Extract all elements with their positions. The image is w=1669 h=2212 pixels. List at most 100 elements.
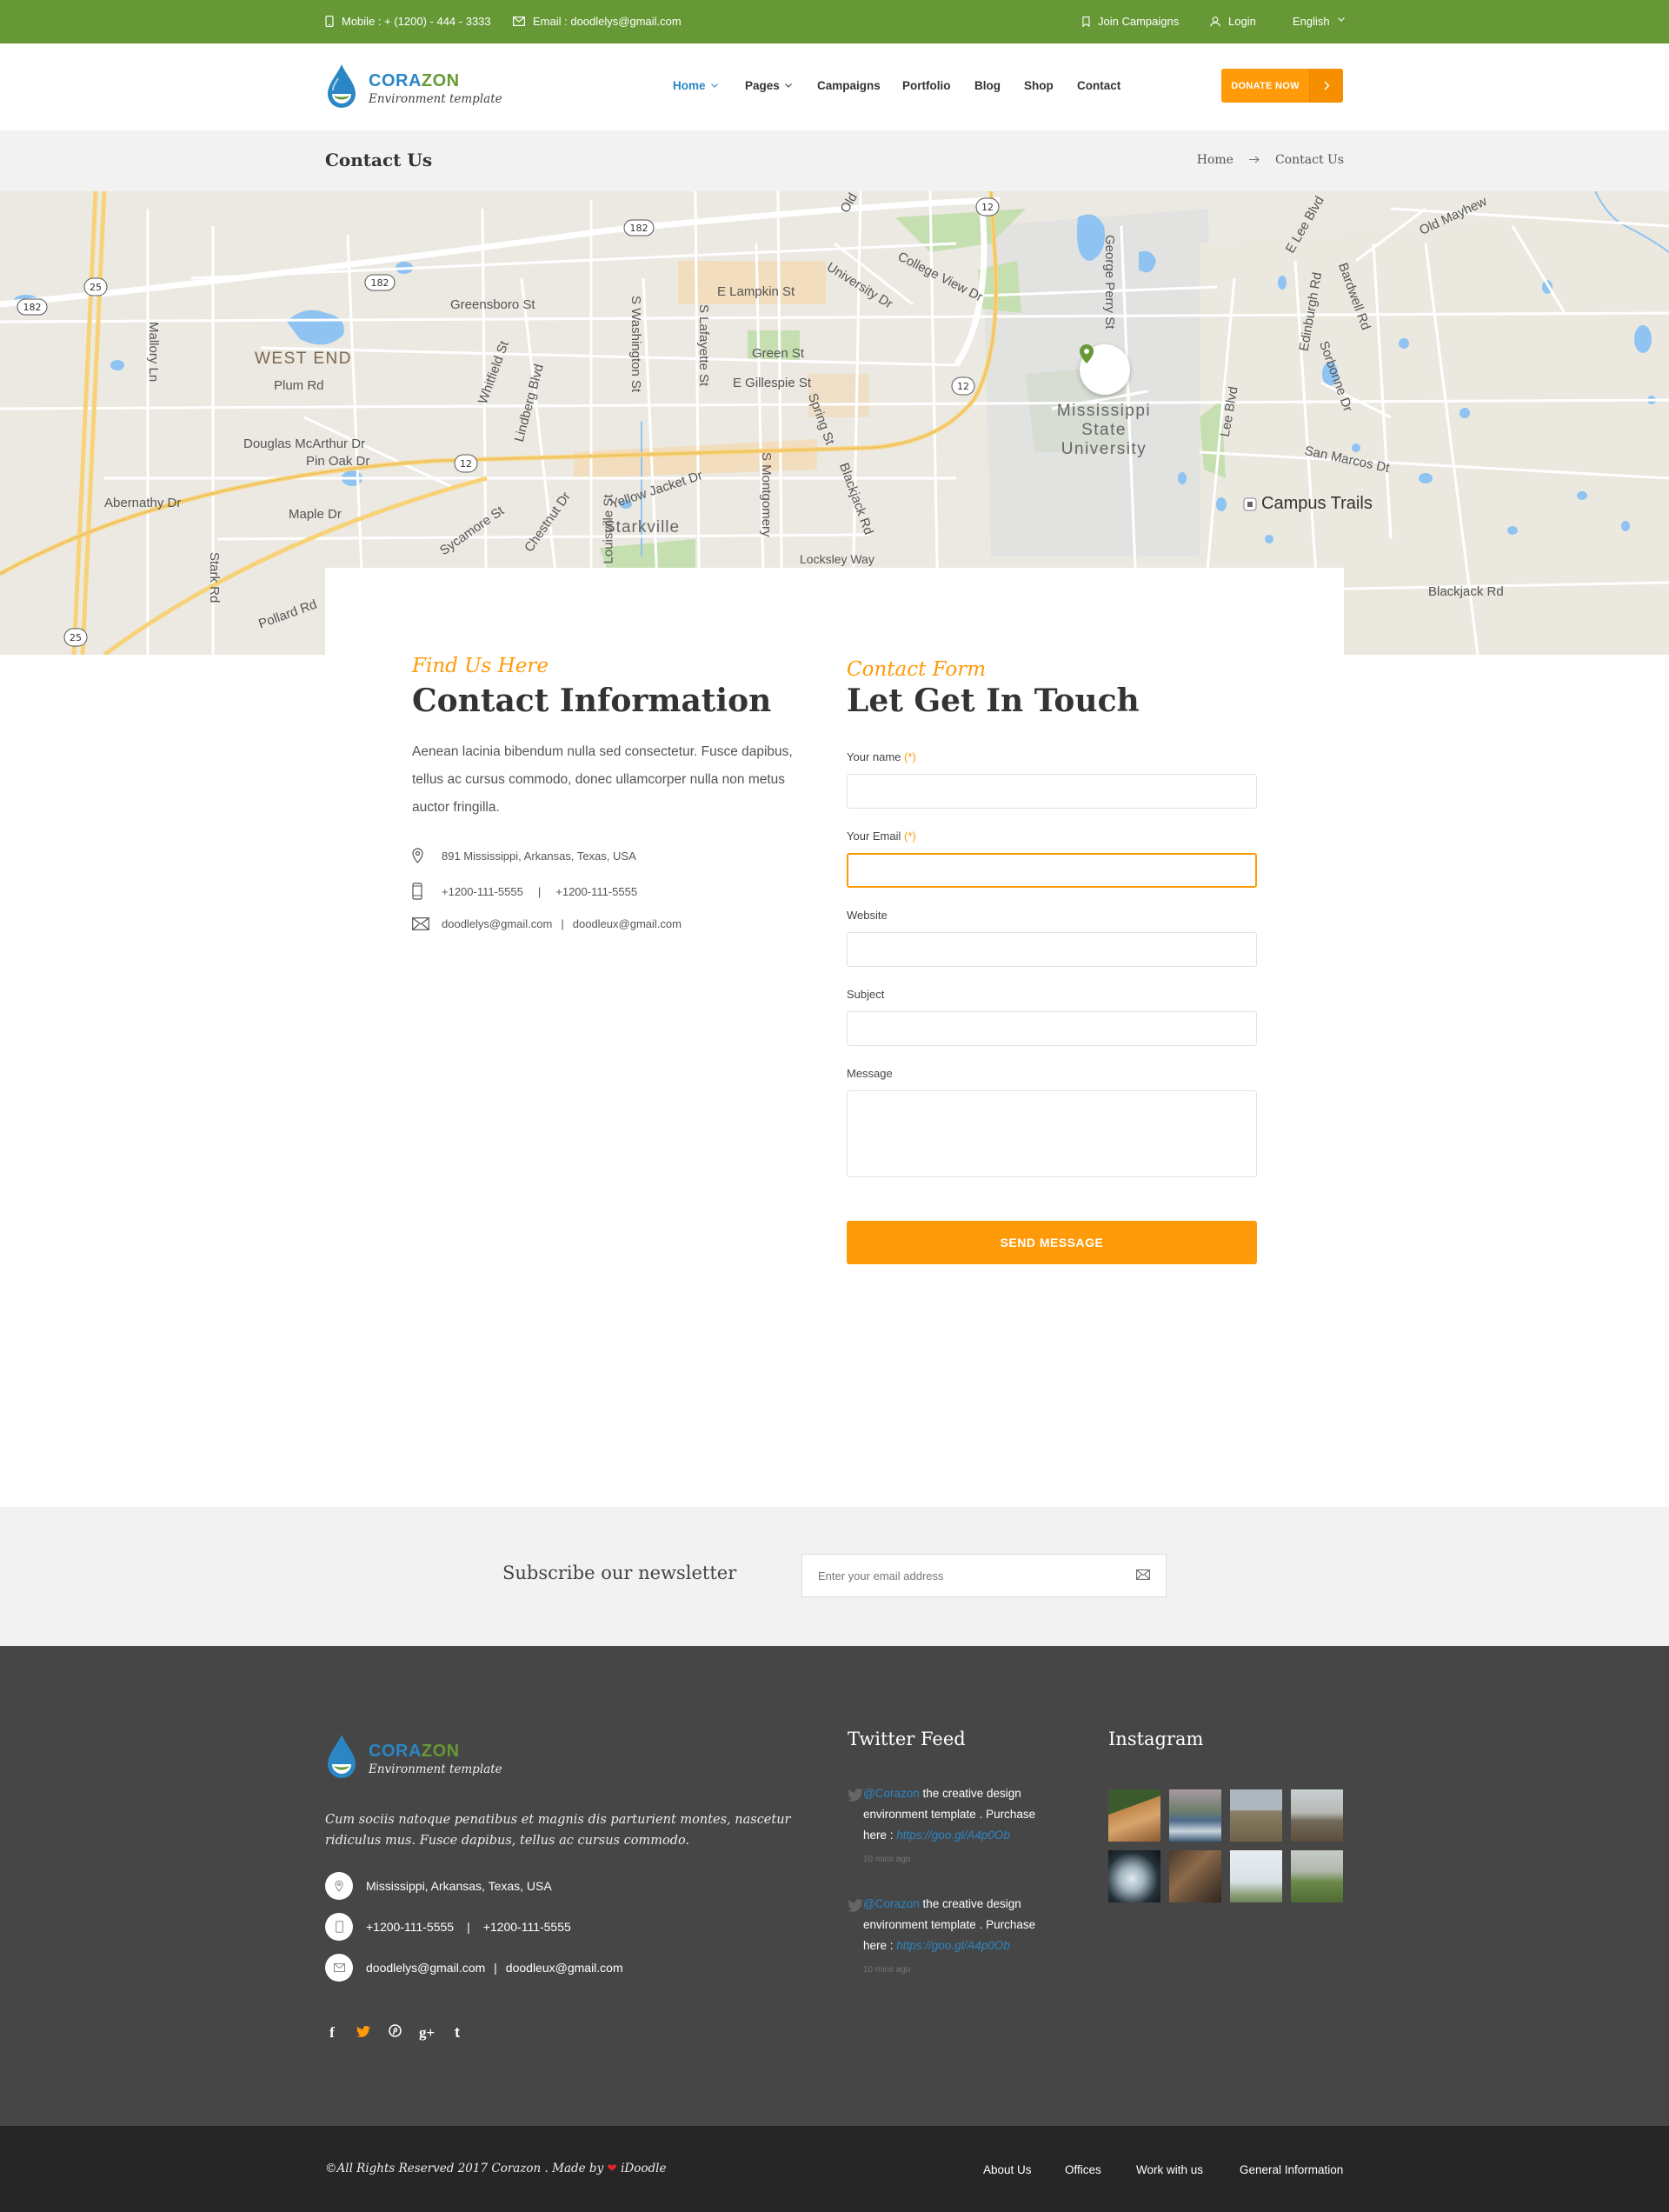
copyright-author[interactable]: iDoodle: [617, 2162, 666, 2175]
email-label-text: Your Email: [847, 830, 901, 843]
nav-campaigns[interactable]: Campaigns: [817, 79, 881, 92]
contact-email-2[interactable]: doodleux@gmail.com: [573, 917, 682, 930]
instagram-thumbnail[interactable]: [1108, 1789, 1160, 1842]
map-label: Green St: [752, 346, 805, 361]
route-shield: 182: [364, 274, 396, 291]
site-footer: CORAZON Environment template Cum sociis …: [0, 1646, 1669, 2126]
language-value: English: [1293, 15, 1330, 28]
footer-phone-1[interactable]: +1200-111-5555: [366, 1920, 454, 1934]
social-links: f g+ t: [325, 2024, 464, 2042]
water-drop-icon: [325, 1733, 358, 1784]
nav-blog-label: Blog: [974, 79, 1001, 92]
route-shield: 182: [623, 219, 655, 237]
map-label: George Perry St: [1102, 235, 1117, 330]
instagram-thumbnail[interactable]: [1169, 1789, 1221, 1842]
contact-email-1[interactable]: doodlelys@gmail.com: [442, 917, 552, 930]
footer-link-general-information[interactable]: General Information: [1240, 2163, 1343, 2176]
breadcrumb-home[interactable]: Home: [1197, 153, 1233, 167]
footer-link-offices[interactable]: Offices: [1065, 2163, 1101, 2176]
breadcrumb: Home Contact Us: [1197, 153, 1344, 167]
instagram-grid: [1108, 1789, 1343, 1902]
twitter-icon: [848, 1894, 863, 1981]
nav-home[interactable]: Home: [673, 79, 718, 92]
donate-now-button[interactable]: DONATE NOW: [1221, 69, 1343, 103]
newsletter-email-input[interactable]: Enter your email address: [801, 1554, 1167, 1597]
route-shield: 12: [975, 197, 1000, 217]
required-mark: (*): [904, 830, 916, 843]
route-shield-label: 182: [23, 302, 42, 313]
contact-phone: +1200-111-5555 | +1200-111-5555: [412, 883, 795, 900]
pinterest-icon[interactable]: [388, 2024, 402, 2042]
footer-description: Cum sociis natoque penatibus et magnis d…: [325, 1813, 791, 1848]
route-shield-label: 182: [630, 223, 648, 234]
contact-info-heading: Contact Information: [412, 683, 772, 719]
footer-link-about-us[interactable]: About Us: [983, 2163, 1032, 2176]
twitter-icon[interactable]: [356, 2024, 370, 2042]
tweet-handle[interactable]: @Corazon: [863, 1787, 920, 1800]
breadcrumb-current: Contact Us: [1274, 153, 1344, 167]
footer-phone-2[interactable]: +1200-111-5555: [483, 1920, 571, 1934]
instagram-thumbnail[interactable]: [1291, 1789, 1343, 1842]
copyright-text: ©All Rights Reserved 2017 Corazon . Made…: [325, 2162, 608, 2175]
language-select[interactable]: English: [1293, 15, 1345, 28]
nav-campaigns-label: Campaigns: [817, 79, 881, 92]
map-label: Locksley Way: [800, 552, 874, 566]
map-label: S Washington St: [628, 296, 643, 393]
tweet-link[interactable]: https://goo.gl/A4p0Ob: [896, 1829, 1010, 1842]
map-label: Douglas McArthur Dr: [243, 436, 366, 451]
contact-info-description: Aenean lacinia bibendum nulla sed consec…: [412, 744, 793, 815]
instagram-thumbnail[interactable]: [1291, 1850, 1343, 1902]
separator: |: [561, 917, 564, 930]
map-label: WEST END: [255, 350, 352, 368]
instagram-thumbnail[interactable]: [1169, 1850, 1221, 1902]
contact-info-eyebrow: Find Us Here: [412, 655, 549, 677]
google-plus-icon[interactable]: g+: [419, 2024, 435, 2042]
message-label: Message: [847, 1067, 893, 1080]
website-field[interactable]: [847, 932, 1257, 967]
nav-portfolio-label: Portfolio: [902, 79, 951, 92]
contact-phone-1[interactable]: +1200-111-5555: [442, 885, 523, 898]
join-campaigns-link[interactable]: Join Campaigns: [1082, 15, 1179, 28]
mail-icon[interactable]: [1136, 1569, 1150, 1582]
newsletter-label: Subscribe our newsletter: [502, 1562, 737, 1583]
footer-email-2[interactable]: doodleux@gmail.com: [506, 1961, 623, 1975]
instagram-thumbnail[interactable]: [1108, 1850, 1160, 1902]
nav-portfolio[interactable]: Portfolio: [902, 79, 951, 92]
copyright: ©All Rights Reserved 2017 Corazon . Made…: [325, 2162, 666, 2175]
topbar-email[interactable]: Email : doodlelys@gmail.com: [513, 15, 682, 28]
login-link[interactable]: Login: [1210, 15, 1256, 28]
nav-shop[interactable]: Shop: [1024, 79, 1054, 92]
instagram-thumbnail[interactable]: [1230, 1789, 1282, 1842]
map-label: Campus Trails: [1261, 494, 1373, 513]
footer-address-text: Mississippi, Arkansas, Texas, USA: [366, 1879, 552, 1893]
facebook-icon[interactable]: f: [325, 2024, 339, 2042]
email-field[interactable]: [847, 853, 1257, 888]
tweet-handle[interactable]: @Corazon: [863, 1897, 920, 1910]
nav-pages[interactable]: Pages: [745, 79, 792, 92]
footer-address: Mississippi, Arkansas, Texas, USA: [325, 1872, 552, 1900]
instagram-thumbnail[interactable]: [1230, 1850, 1282, 1902]
tumblr-icon[interactable]: t: [450, 2024, 464, 2042]
name-field[interactable]: [847, 774, 1257, 809]
map-label: Greensboro St: [450, 297, 535, 312]
nav-pages-label: Pages: [745, 79, 780, 92]
subject-field[interactable]: [847, 1011, 1257, 1046]
route-shield-label: 12: [957, 381, 969, 392]
tweet-link[interactable]: https://goo.gl/A4p0Ob: [896, 1939, 1010, 1952]
footer-link-work-with-us[interactable]: Work with us: [1136, 2163, 1203, 2176]
send-message-button[interactable]: SEND MESSAGE: [847, 1221, 1257, 1264]
nav-home-label: Home: [673, 79, 706, 92]
user-icon: [1210, 16, 1220, 27]
contact-phone-2[interactable]: +1200-111-5555: [555, 885, 637, 898]
contact-form-eyebrow: Contact Form: [847, 658, 987, 681]
route-shield-label: 25: [70, 632, 82, 643]
message-field[interactable]: [847, 1090, 1257, 1177]
footer-email-1[interactable]: doodlelys@gmail.com: [366, 1961, 485, 1975]
contact-form: Contact Form Let Get In Touch Your name …: [847, 658, 1257, 1264]
nav-contact[interactable]: Contact: [1077, 79, 1120, 92]
footer-logo[interactable]: CORAZON Environment template: [325, 1733, 502, 1784]
page-title: Contact Us: [325, 150, 433, 170]
chevron-down-icon: [1337, 17, 1345, 22]
map-pin-marker[interactable]: [1080, 344, 1130, 395]
nav-blog[interactable]: Blog: [974, 79, 1001, 92]
